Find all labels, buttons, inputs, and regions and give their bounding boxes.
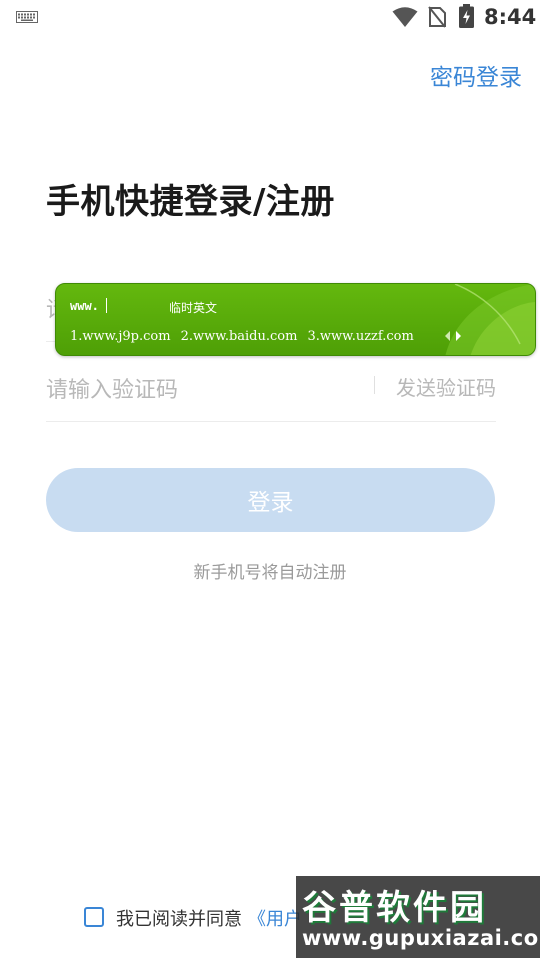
- candidate-page-arrows-icon[interactable]: [444, 330, 462, 342]
- ime-candidate[interactable]: 3.www.uzzf.com: [307, 329, 413, 344]
- agreement-text: 我已阅读并同意: [116, 909, 242, 930]
- code-field-row: 发送验证码: [46, 360, 496, 422]
- battery-charging-icon: [459, 4, 474, 28]
- page-title: 手机快捷登录/注册: [46, 182, 335, 222]
- no-sim-icon: [428, 6, 446, 28]
- leaf-decoration-icon: [445, 284, 535, 355]
- password-login-link[interactable]: 密码登录: [430, 58, 522, 92]
- watermark-logo: 谷普软件园: [302, 888, 487, 928]
- login-button[interactable]: 登录: [46, 468, 495, 532]
- field-divider: [374, 376, 375, 394]
- ime-candidate[interactable]: 1.www.j9p.com: [70, 329, 171, 344]
- wifi-icon: [392, 7, 418, 27]
- ime-candidate-list: 1.www.j9p.com 2.www.baidu.com 3.www.uzzf…: [70, 329, 414, 344]
- agreement-checkbox[interactable]: [84, 907, 104, 927]
- ime-mode-label: 临时英文: [169, 301, 218, 315]
- verification-code-input[interactable]: [46, 360, 366, 420]
- watermark: 谷普软件园 www.gupuxiazai.com: [296, 876, 540, 958]
- user-agreement-link[interactable]: 《用户: [248, 905, 302, 931]
- ime-candidate[interactable]: 2.www.baidu.com: [181, 329, 298, 344]
- keyboard-icon: [16, 11, 38, 23]
- ime-text-cursor: [106, 298, 107, 313]
- watermark-url: www.gupuxiazai.com: [302, 926, 540, 950]
- status-bar: 8:44: [0, 0, 540, 36]
- status-clock: 8:44: [484, 5, 537, 29]
- auto-register-hint: 新手机号将自动注册: [193, 563, 347, 583]
- send-code-button[interactable]: 发送验证码: [396, 372, 496, 401]
- ime-candidate-panel: www. 临时英文 1.www.j9p.com 2.www.baidu.com …: [55, 283, 536, 356]
- ime-composition-text: www.: [70, 299, 99, 313]
